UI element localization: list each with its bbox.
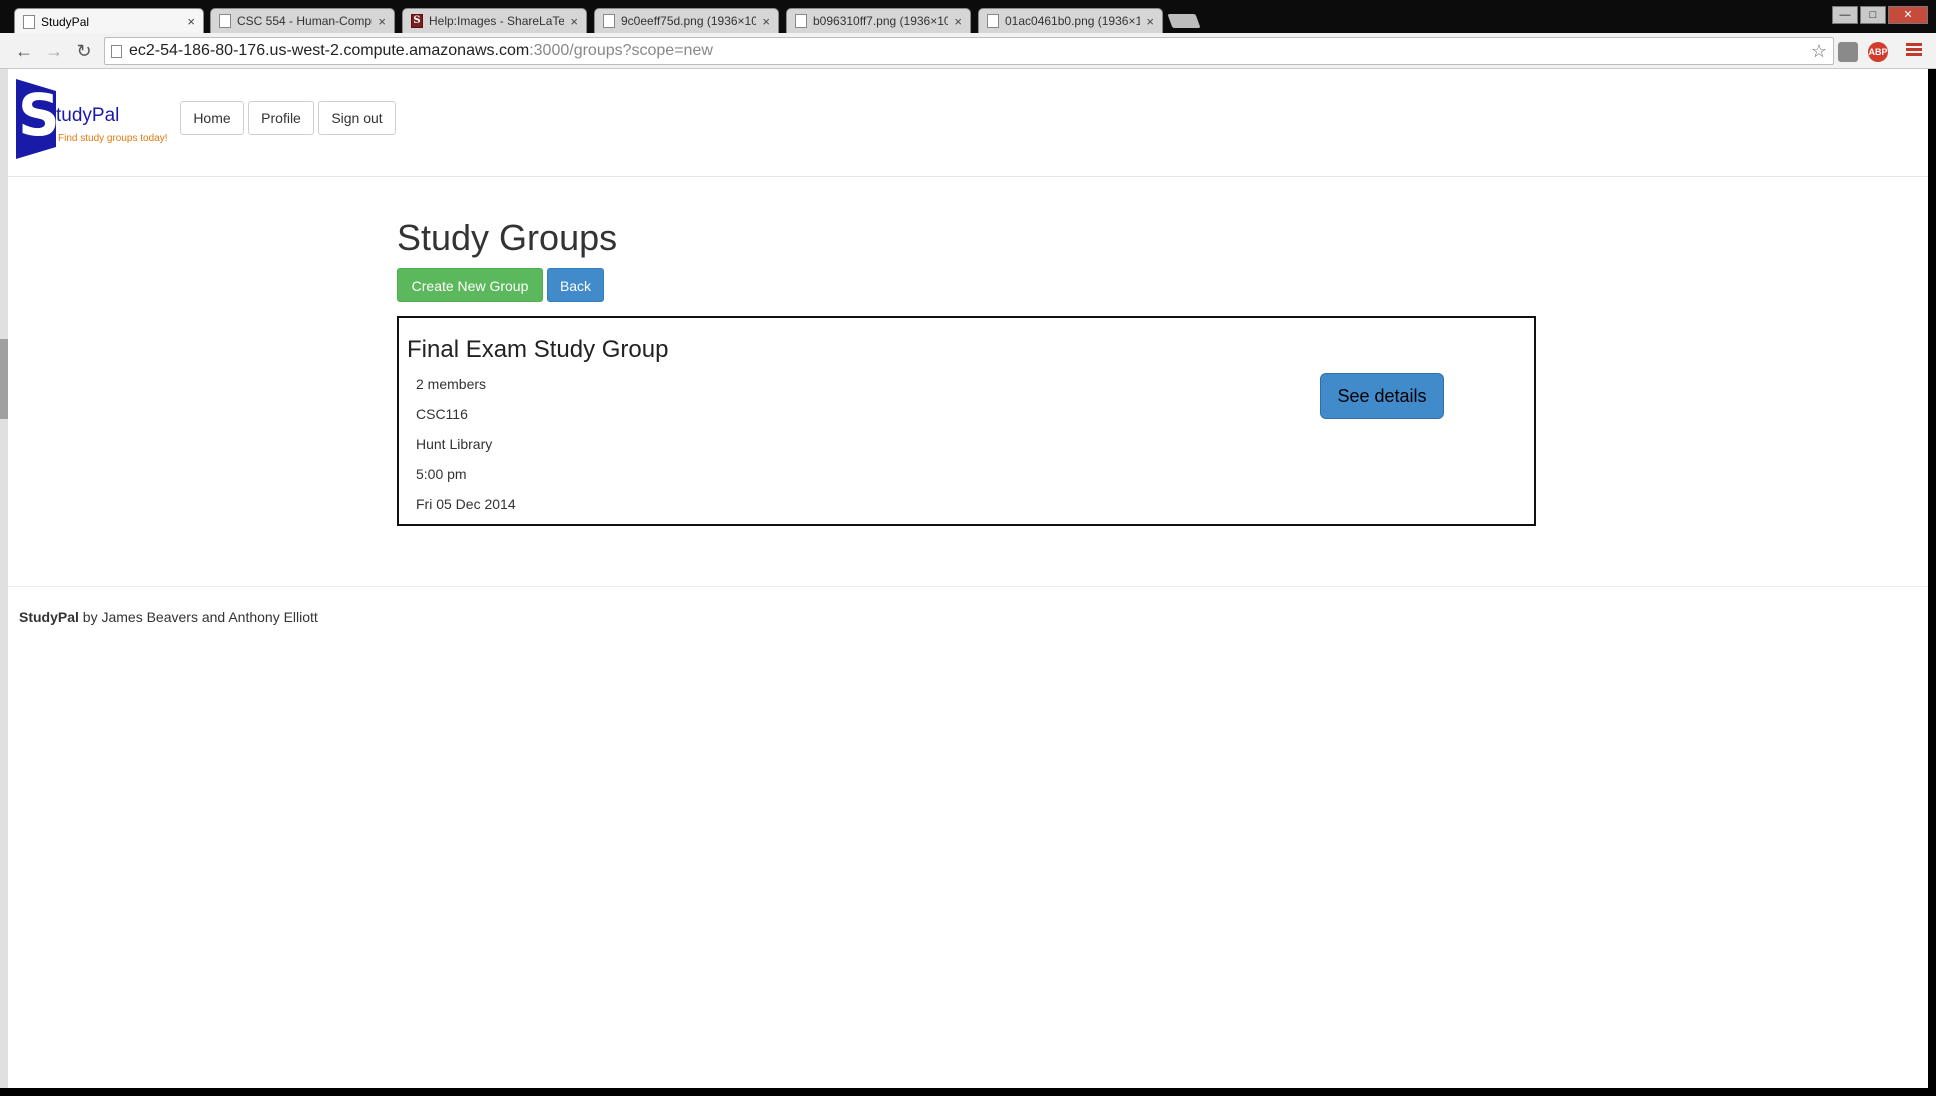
logo-mark: S [16,79,56,159]
tab-csc554[interactable]: CSC 554 - Human-Compu × [210,8,395,33]
page-icon [219,14,231,28]
logo-tagline: Find study groups today! [58,133,168,144]
adblock-icon[interactable]: ABP [1868,42,1888,62]
close-icon[interactable]: × [378,14,386,29]
url-path: :3000/groups?scope=new [529,42,713,59]
page-viewport: S tudyPal Find study groups today! Home … [8,69,1928,1088]
tab-label: StudyPal [41,14,90,29]
page-icon [987,14,999,28]
tab-studypal[interactable]: StudyPal × [14,8,204,34]
logo-name: tudyPal [56,105,120,126]
group-time: 5:00 pm [416,466,467,482]
scrollbar-thumb[interactable] [0,339,8,419]
new-tab-button[interactable] [1167,14,1201,28]
menu-icon[interactable] [1906,41,1922,61]
logo-letter: S [18,81,60,149]
tab-label: 01ac0461b0.png (1936×10 [1005,14,1141,28]
group-name: Final Exam Study Group [407,336,669,363]
scrollbar[interactable] [0,69,8,1088]
browser-toolbar: ← → ↻ ec2-54-186-80-176.us-west-2.comput… [0,33,1936,69]
url-host: ec2-54-186-80-176.us-west-2.compute.amaz… [129,42,530,59]
footer-authors: by James Beavers and Anthony Elliott [78,609,318,625]
site-header: S tudyPal Find study groups today! Home … [8,69,1928,177]
tab-label: CSC 554 - Human-Compu [237,14,373,28]
close-icon[interactable]: × [187,14,195,29]
create-new-group-button[interactable]: Create New Group [397,268,543,302]
browser-titlebar: StudyPal × CSC 554 - Human-Compu × S Hel… [0,0,1936,34]
group-course: CSC116 [416,406,468,422]
studypal-logo[interactable]: S tudyPal Find study groups today! [16,79,176,159]
group-location: Hunt Library [416,436,493,452]
maximize-icon[interactable]: □ [1860,6,1886,24]
home-button[interactable]: Home [180,101,244,135]
site-footer: StudyPal by James Beavers and Anthony El… [8,586,1928,646]
tab-label: Help:Images - ShareLaTeX [429,14,565,28]
tab-sharelatex[interactable]: S Help:Images - ShareLaTeX × [402,8,587,33]
address-bar[interactable]: ec2-54-186-80-176.us-west-2.compute.amaz… [104,37,1834,65]
minimize-icon[interactable]: — [1832,6,1858,24]
tab-label: b096310ff7.png (1936×109 [813,14,949,28]
footer-brand: StudyPal [19,609,79,625]
tab-image-3[interactable]: 01ac0461b0.png (1936×10 × [978,8,1163,33]
group-card: Final Exam Study Group 2 members CSC116 … [397,316,1536,526]
back-button[interactable]: Back [547,268,604,302]
group-members: 2 members [416,376,487,392]
tab-image-2[interactable]: b096310ff7.png (1936×109 × [786,8,971,33]
close-icon[interactable]: × [954,14,962,29]
tab-label: 9c0eeff75d.png (1936×109 [621,14,757,28]
footer-credit: StudyPal by James Beavers and Anthony El… [19,609,318,625]
close-icon[interactable]: × [1146,14,1154,29]
forward-arrow-icon[interactable]: → [42,39,66,63]
tab-image-1[interactable]: 9c0eeff75d.png (1936×109 × [594,8,779,33]
reload-icon[interactable]: ↻ [72,39,96,63]
close-icon[interactable]: × [762,14,770,29]
back-arrow-icon[interactable]: ← [12,39,36,63]
page-title: Study Groups [397,217,618,258]
group-date: Fri 05 Dec 2014 [416,496,516,512]
profile-button[interactable]: Profile [248,101,314,135]
window-close-icon[interactable]: ✕ [1888,6,1928,24]
page-icon [111,45,122,58]
sign-out-button[interactable]: Sign out [318,101,396,135]
bookmark-star-icon[interactable]: ☆ [1811,38,1827,64]
see-details-button[interactable]: See details [1320,373,1444,419]
page-icon [603,14,615,28]
extension-shield-icon[interactable] [1838,42,1858,62]
page-icon [23,14,35,29]
sharelatex-icon: S [411,14,423,28]
page-icon [795,14,807,28]
close-icon[interactable]: × [570,14,578,29]
window-controls: — □ ✕ [1832,6,1928,24]
